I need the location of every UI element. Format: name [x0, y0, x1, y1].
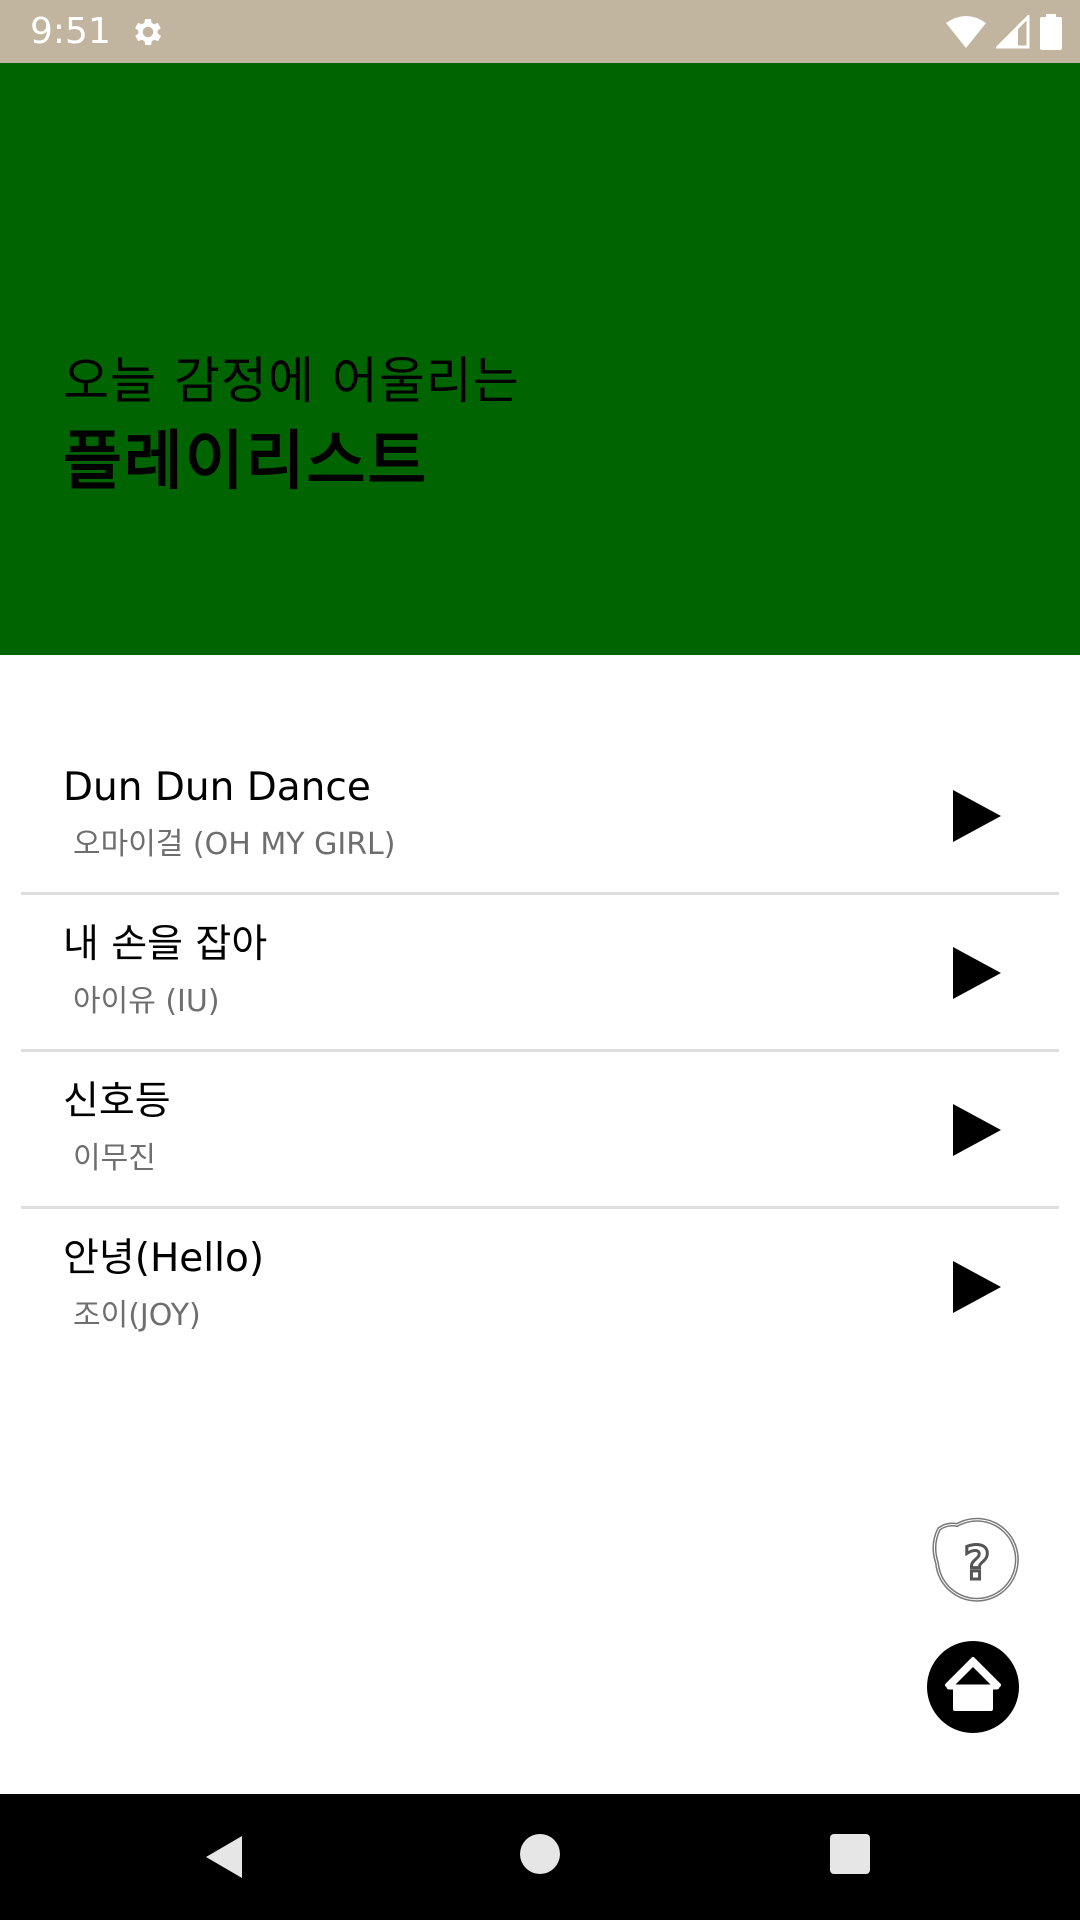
question-bubble-icon[interactable]: ? [929, 1515, 1021, 1607]
signal-icon [996, 15, 1030, 49]
wifi-icon [946, 16, 986, 48]
song-row[interactable]: 안녕(Hello) 조이(JOY) [21, 1209, 1059, 1363]
status-right-icons [946, 12, 1062, 52]
play-icon[interactable] [947, 941, 1007, 1005]
svg-text:?: ? [964, 1536, 991, 1590]
play-icon[interactable] [947, 784, 1007, 848]
header-subtitle: 오늘 감정에 어울리는 [63, 352, 520, 410]
back-icon[interactable] [200, 1832, 248, 1882]
song-title: 내 손을 잡아 [63, 922, 268, 967]
song-artist: 오마이걸 (OH MY GIRL) [73, 827, 396, 862]
play-icon[interactable] [947, 1255, 1007, 1319]
battery-icon [1040, 14, 1062, 50]
song-title: 신호등 [63, 1079, 171, 1124]
song-artist: 이무진 [73, 1141, 156, 1176]
song-title: Dun Dun Dance [63, 765, 371, 810]
song-title: 안녕(Hello) [63, 1236, 265, 1281]
song-artist: 아이유 (IU) [73, 984, 220, 1019]
song-row[interactable]: 신호등 이무진 [21, 1052, 1059, 1209]
song-row[interactable]: Dun Dun Dance 오마이걸 (OH MY GIRL) [21, 738, 1059, 895]
app-screen: 9:51 오늘 감정에 어울리는 플레이리스트 Dun Dun Dance 오마… [0, 0, 1080, 1920]
status-time: 9:51 [30, 11, 111, 52]
song-list: Dun Dun Dance 오마이걸 (OH MY GIRL) 내 손을 잡아 … [21, 738, 1059, 1363]
play-icon[interactable] [947, 1098, 1007, 1162]
home-circle-icon[interactable] [520, 1834, 560, 1874]
header-title: 플레이리스트 [63, 425, 429, 499]
gear-icon [135, 18, 162, 46]
home-icon [945, 1657, 1001, 1711]
status-bar: 9:51 [0, 0, 1080, 63]
playlist-header: 오늘 감정에 어울리는 플레이리스트 [0, 63, 1080, 655]
home-button[interactable] [927, 1641, 1019, 1733]
system-nav-bar [0, 1794, 1080, 1920]
recent-apps-icon[interactable] [830, 1834, 870, 1874]
song-artist: 조이(JOY) [73, 1298, 201, 1333]
song-row[interactable]: 내 손을 잡아 아이유 (IU) [21, 895, 1059, 1052]
